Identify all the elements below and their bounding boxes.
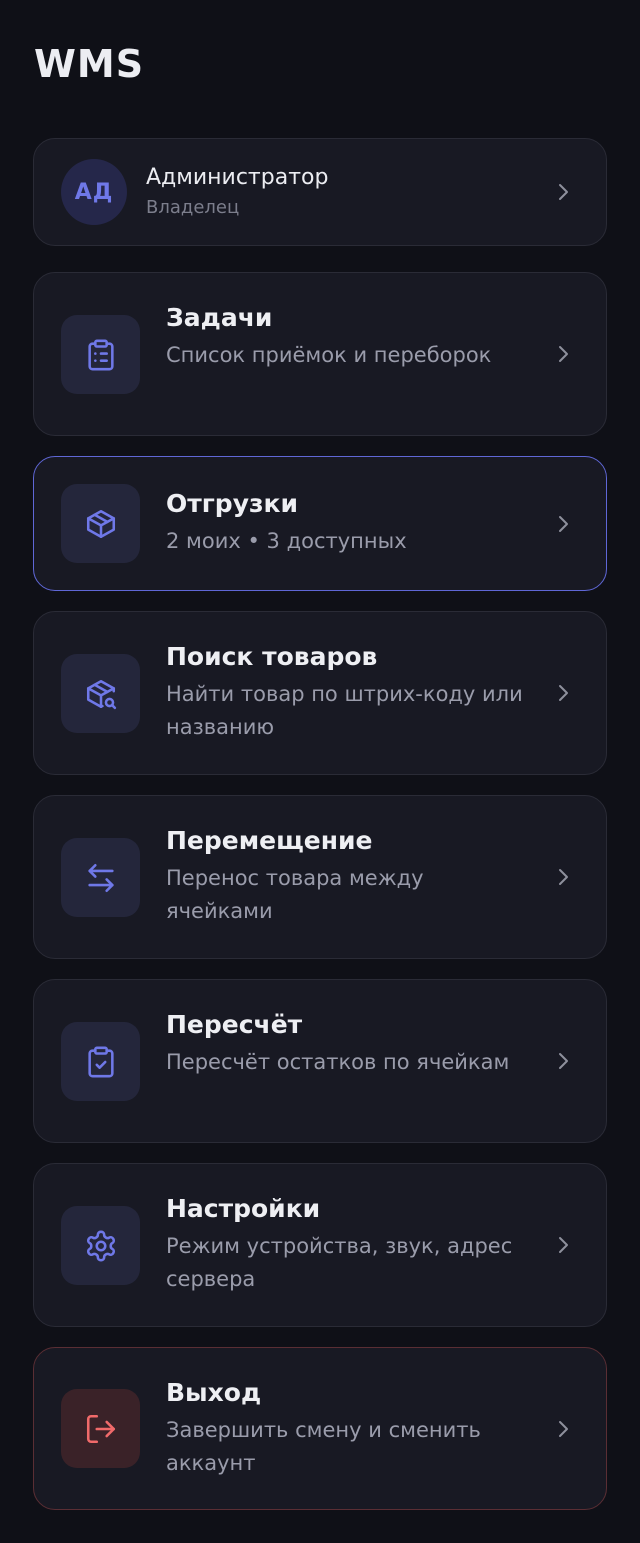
menu-item-move[interactable]: Перемещение Перенос товара между ячейкам… [33, 795, 607, 959]
menu-item-icon-box [61, 484, 140, 563]
logout-icon [86, 1414, 115, 1443]
menu-item-tasks[interactable]: Задачи Список приёмок и переборок [33, 272, 607, 436]
menu-item-icon-box [61, 1206, 140, 1285]
menu-item-title: Поиск товаров [166, 642, 378, 671]
profile-role: Владелец [146, 197, 240, 218]
menu-item-title: Выход [166, 1378, 262, 1407]
menu-item-subtitle: Найти товар по штрих-коду или названию [166, 682, 523, 739]
gear-icon [86, 1230, 115, 1261]
menu-item-icon-box [61, 315, 140, 394]
package-search-icon [86, 679, 116, 709]
menu-item-subtitle: Завершить смену и сменить аккаунт [166, 1418, 481, 1475]
chevron-right-icon [559, 516, 568, 532]
app-title: WMS [34, 42, 145, 86]
chevron-right-icon [559, 1053, 568, 1069]
menu-item-shipments[interactable]: Отгрузки 2 моих • 3 доступных [33, 456, 607, 591]
menu-item-recount[interactable]: Пересчёт Пересчёт остатков по ячейкам [33, 979, 607, 1143]
menu-item-settings[interactable]: Настройки Режим устройства, звук, адрес … [33, 1163, 607, 1327]
clipboard-check-icon [87, 1046, 114, 1077]
menu-item-title: Отгрузки [166, 489, 299, 518]
menu-item-subtitle: Пересчёт остатков по ячейкам [166, 1050, 510, 1074]
chevron-right-icon [559, 1421, 568, 1437]
chevron-right-icon [559, 346, 568, 362]
profile-card[interactable]: АД Администратор Владелец [33, 138, 607, 246]
avatar: АД [61, 159, 127, 225]
chevron-right-icon [559, 184, 568, 200]
menu-item-title: Настройки [166, 1194, 321, 1223]
chevron-right-icon [559, 1237, 568, 1253]
menu-item-icon-box [61, 1389, 140, 1468]
chevron-right-icon [559, 685, 568, 701]
menu-item-title: Перемещение [166, 826, 373, 855]
menu-item-subtitle: 2 моих • 3 доступных [166, 529, 407, 553]
arrows-left-right-icon [87, 863, 114, 892]
clipboard-list-icon [87, 339, 114, 370]
menu-item-title: Пересчёт [166, 1010, 303, 1039]
profile-name: Администратор [146, 165, 329, 190]
menu-item-subtitle: Список приёмок и переборок [166, 343, 492, 367]
menu-item-title: Задачи [166, 303, 273, 332]
menu-item-subtitle: Режим устройства, звук, адрес сервера [166, 1234, 513, 1291]
menu-item-icon-box [61, 1022, 140, 1101]
chevron-right-icon [559, 869, 568, 885]
package-icon [86, 509, 115, 538]
menu-item-product-search[interactable]: Поиск товаров Найти товар по штрих-коду … [33, 611, 607, 775]
menu-item-icon-box [61, 654, 140, 733]
menu-item-subtitle: Перенос товара между ячейками [166, 866, 424, 923]
menu-item-icon-box [61, 838, 140, 917]
menu-item-logout[interactable]: Выход Завершить смену и сменить аккаунт [33, 1347, 607, 1510]
